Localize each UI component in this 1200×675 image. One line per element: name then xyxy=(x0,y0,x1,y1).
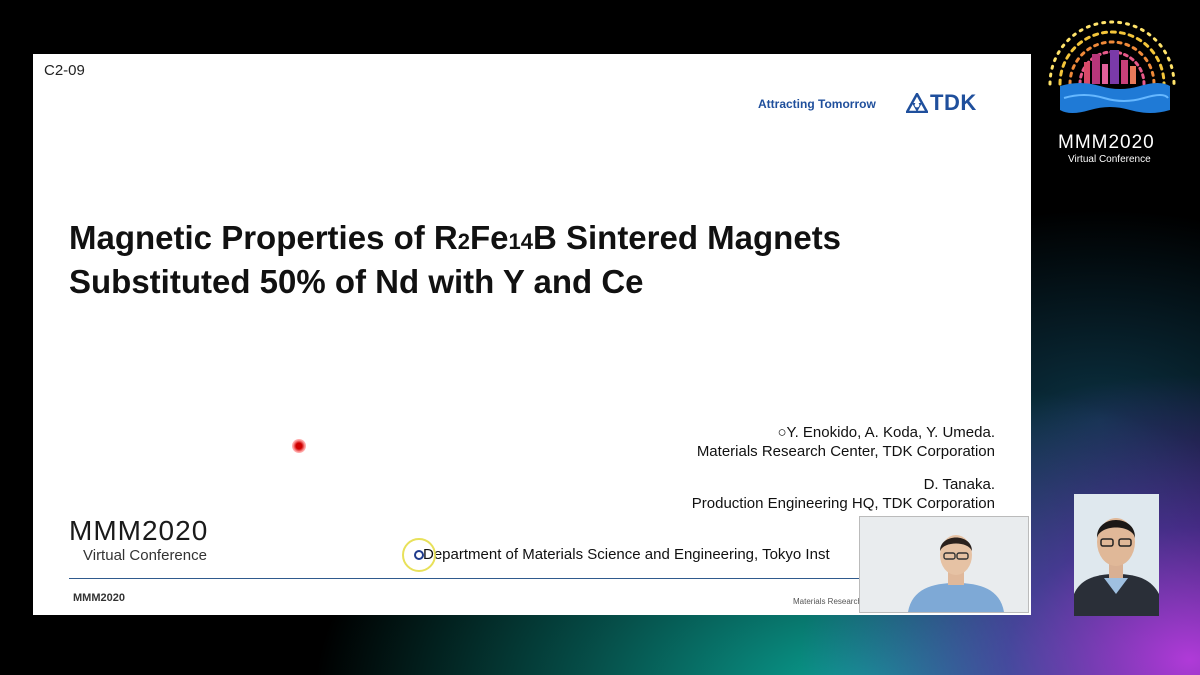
tdk-tagline: Attracting Tomorrow xyxy=(758,97,876,111)
title-subscript: 14 xyxy=(508,229,533,254)
tdk-logo-text: TDK xyxy=(930,90,977,115)
department-line: Department of Materials Science and Engi… xyxy=(423,546,830,563)
footer-divider xyxy=(69,578,859,579)
title-part: Fe xyxy=(469,219,509,256)
speaker-1-silhouette xyxy=(860,517,1028,612)
slide-title: Magnetic Properties of R2Fe14B Sintered … xyxy=(69,218,841,302)
laser-pointer-icon xyxy=(292,439,306,453)
author-line: ○Y. Enokido, A. Koda, Y. Umeda. xyxy=(777,424,995,441)
conference-name: MMM2020 xyxy=(1058,132,1155,153)
affiliation-line: Materials Research Center, TDK Corporati… xyxy=(696,443,995,460)
affiliation-line: Production Engineering HQ, TDK Corporati… xyxy=(691,495,995,512)
speaker-2-portrait xyxy=(1074,494,1159,616)
speaker-video-2[interactable] xyxy=(1074,494,1159,616)
cursor-highlight-icon xyxy=(402,538,436,572)
slide-code: C2-09 xyxy=(44,62,85,79)
author-line: D. Tanaka. xyxy=(923,476,995,493)
conference-emblem-icon xyxy=(1048,20,1176,113)
slide-title-line-2: Substituted 50% of Nd with Y and Ce xyxy=(69,263,644,300)
tdk-logo: TDK xyxy=(906,90,977,116)
slide-conference-logo: MMM2020 Virtual Conference xyxy=(69,515,208,564)
slide-conference-logo-main: MMM2020 xyxy=(69,515,209,546)
slide-title-line-1: Magnetic Properties of R2Fe14B Sintered … xyxy=(69,218,841,262)
footer-right-text: Materials Research xyxy=(793,597,862,606)
speaker-video-1[interactable] xyxy=(859,516,1029,613)
title-subscript: 2 xyxy=(457,229,470,254)
cursor-center xyxy=(414,550,424,560)
slide-conference-logo-sub: Virtual Conference xyxy=(83,547,207,564)
conference-subtitle: Virtual Conference xyxy=(1068,154,1151,165)
conference-logo: MMM2020 Virtual Conference xyxy=(1040,14,1180,169)
author-block: ○Y. Enokido, A. Koda, Y. Umeda. Material… xyxy=(692,423,995,513)
title-part: B Sintered Magnets xyxy=(532,219,842,256)
tdk-logo-icon xyxy=(906,93,928,113)
title-part: Magnetic Properties of R xyxy=(69,219,458,256)
footer-left-text: MMM2020 xyxy=(73,592,125,604)
